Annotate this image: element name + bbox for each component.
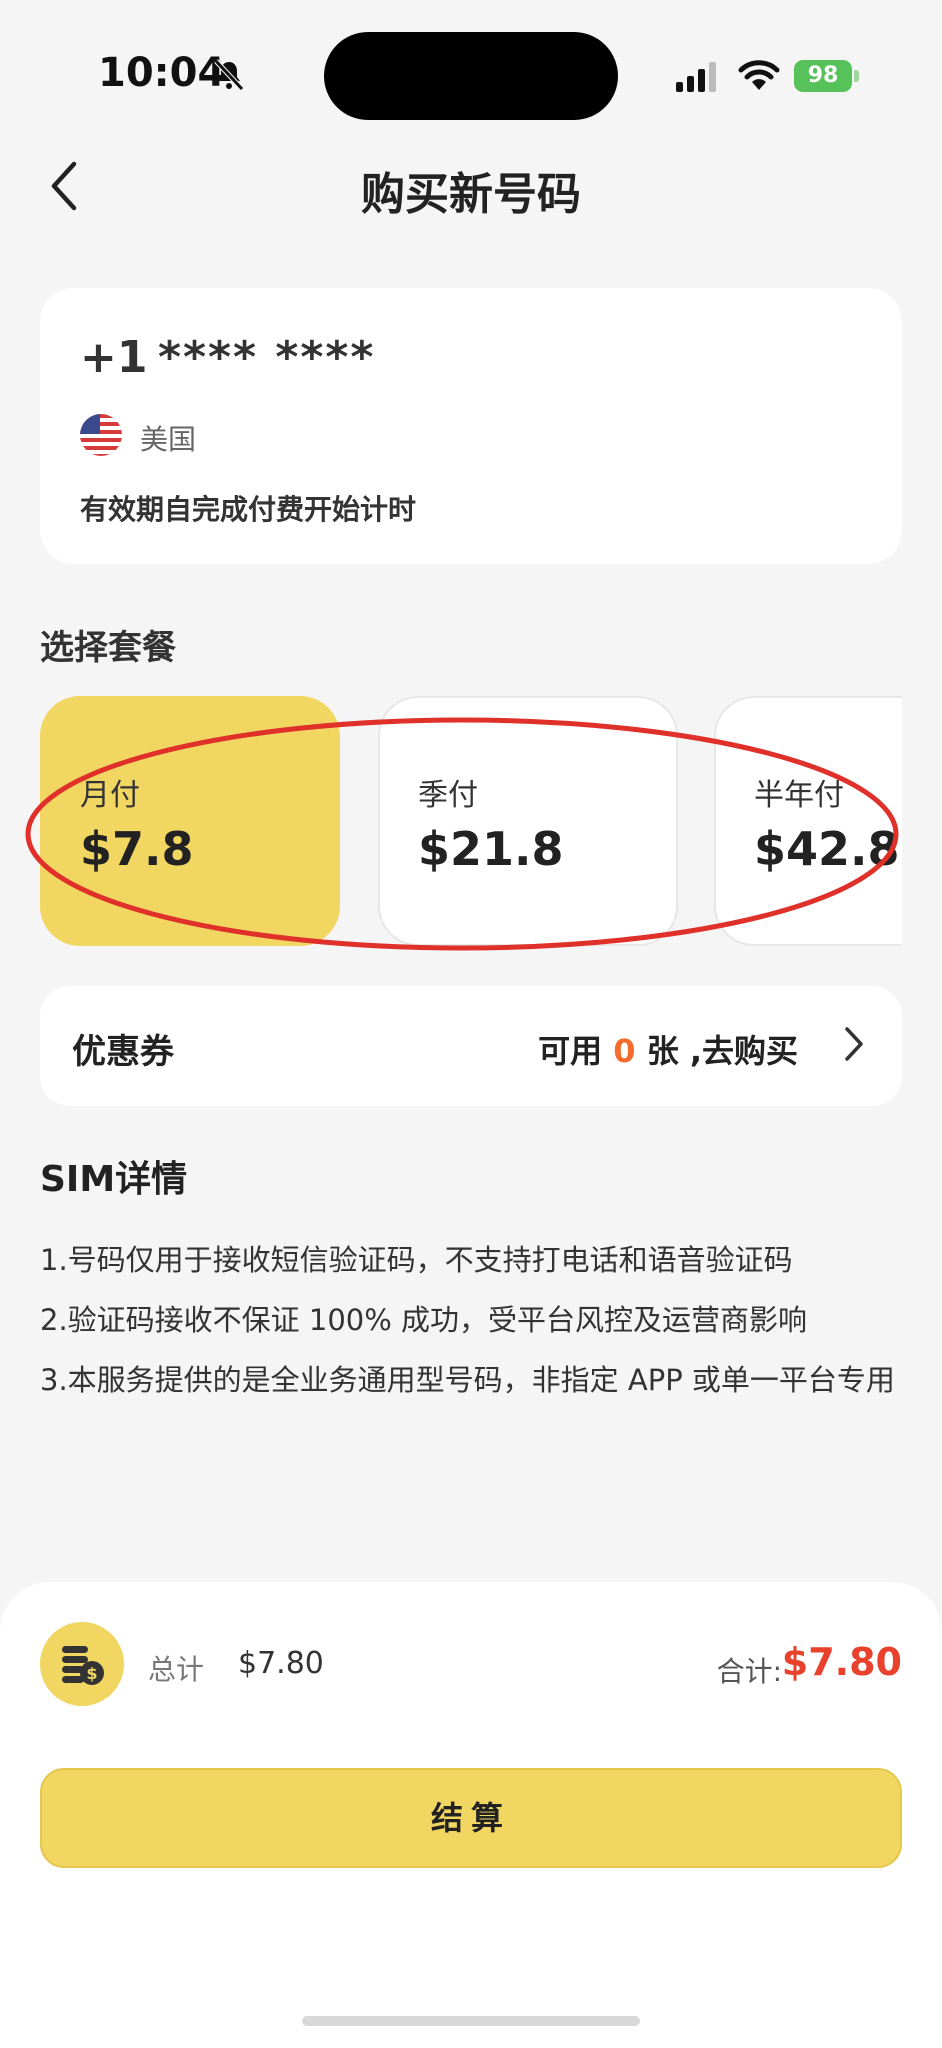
plan-price: $7.8 — [80, 822, 194, 876]
plan-section-title: 选择套餐 — [40, 628, 176, 668]
total-label: 总计 — [148, 1653, 205, 1686]
sim-detail-line: 2.验证码接收不保证 100% 成功，受平台风控及运营商影响 — [40, 1303, 808, 1337]
total-value: $7.80 — [238, 1646, 324, 1681]
coupon-count: 0 — [613, 1032, 636, 1070]
sum-label: 合计: — [716, 1655, 782, 1688]
dynamic-island — [324, 32, 618, 120]
coupon-label: 优惠券 — [72, 1032, 174, 1072]
country-code: +1 — [80, 332, 148, 383]
battery-indicator: 98 — [794, 60, 852, 92]
number-card: +1 **** **** 美国 有效期自完成付费开始计时 — [40, 288, 902, 564]
sim-details-title: SIM详情 — [40, 1159, 188, 1200]
plan-price: $42.8 — [754, 822, 900, 876]
coins-icon: $ — [40, 1622, 124, 1706]
cellular-signal-icon — [676, 62, 716, 92]
page-title: 购买新号码 — [361, 169, 581, 220]
sum-value: $7.80 — [781, 1640, 902, 1684]
coupon-available-suffix: 张 ,去购买 — [635, 1032, 798, 1070]
battery-cap — [854, 70, 859, 82]
plan-name: 半年付 — [754, 778, 844, 813]
masked-phone-number: **** **** — [158, 332, 376, 383]
country-name: 美国 — [140, 423, 197, 456]
plan-name: 季付 — [418, 778, 478, 813]
plan-options: 月付 $7.8 季付 $21.8 半年付 $42.8 — [40, 696, 902, 946]
sim-detail-line: 3.本服务提供的是全业务通用型号码，非指定 APP 或单一平台专用 — [40, 1363, 895, 1397]
bell-muted-icon — [214, 59, 244, 91]
plan-half-year[interactable]: 半年付 $42.8 — [714, 696, 902, 946]
validity-note: 有效期自完成付费开始计时 — [80, 493, 417, 526]
wifi-icon — [738, 60, 780, 90]
status-time: 10:04 — [98, 50, 226, 96]
sim-detail-line: 1.号码仅用于接收短信验证码，不支持打电话和语音验证码 — [40, 1243, 793, 1277]
checkout-button[interactable]: 结算 — [40, 1768, 902, 1868]
coupon-availability: 可用 0 张 ,去购买 — [538, 1026, 798, 1072]
plan-price: $21.8 — [418, 822, 564, 876]
plan-name: 月付 — [80, 778, 140, 813]
chevron-right-icon — [845, 1027, 863, 1061]
coupon-row[interactable]: 优惠券 可用 0 张 ,去购买 — [40, 986, 902, 1106]
coupon-available-prefix: 可用 — [538, 1032, 614, 1070]
home-indicator — [302, 2016, 640, 2026]
plan-monthly[interactable]: 月付 $7.8 — [40, 696, 340, 946]
checkout-panel: $ 总计 $7.80 合计: $7.80 结算 — [0, 1582, 942, 2048]
svg-text:$: $ — [86, 1664, 97, 1683]
us-flag-icon — [80, 414, 122, 456]
plan-quarterly[interactable]: 季付 $21.8 — [378, 696, 678, 946]
